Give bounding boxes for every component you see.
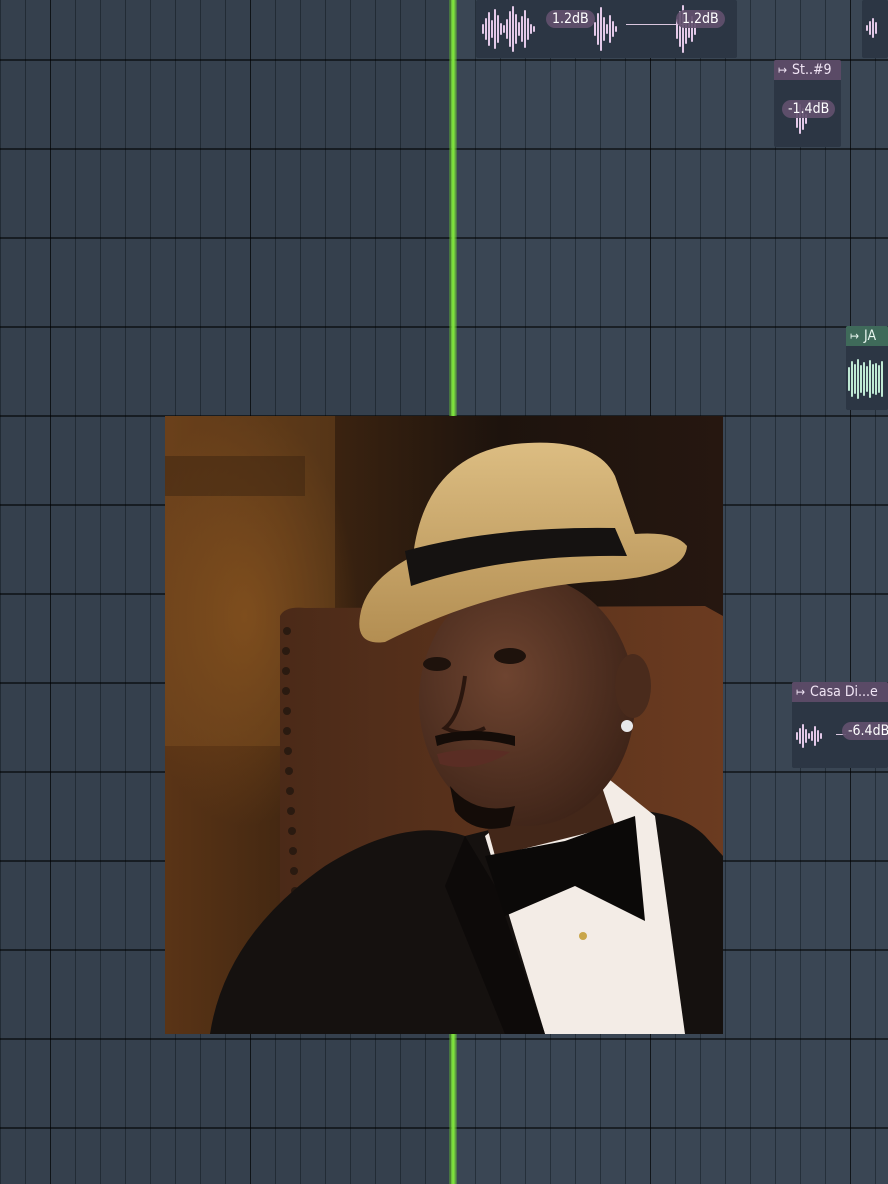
clip-header[interactable]: ↦ St..#9 bbox=[774, 60, 841, 80]
clip-volume-label: 1.2dB bbox=[546, 10, 595, 28]
waveform bbox=[848, 354, 883, 404]
clip-label: JA bbox=[864, 328, 877, 344]
audio-clip-edge[interactable] bbox=[862, 0, 888, 58]
portrait-image bbox=[165, 416, 723, 1034]
clip-volume-label: 1.2dB bbox=[676, 10, 725, 28]
waveform bbox=[594, 4, 617, 54]
audio-clip-top[interactable]: 1.2dB 1.2dB bbox=[476, 0, 737, 58]
waveform bbox=[796, 718, 822, 754]
audio-clip-casa[interactable]: ↦ Casa Di...e -6.4dB bbox=[792, 682, 888, 768]
clip-volume-label: -1.4dB bbox=[782, 100, 836, 118]
clip-header[interactable]: ↦ JA bbox=[846, 326, 888, 346]
clip-arrow-icon: ↦ bbox=[796, 685, 806, 699]
video-overlay-photo bbox=[165, 416, 723, 1034]
clip-volume-label: -6.4dB bbox=[842, 722, 888, 740]
audio-clip-st9[interactable]: ↦ St..#9 -1.4dB bbox=[774, 60, 841, 147]
waveform bbox=[482, 4, 535, 54]
waveform bbox=[866, 8, 877, 48]
clip-label: St..#9 bbox=[792, 62, 832, 78]
clip-arrow-icon: ↦ bbox=[850, 329, 860, 343]
audio-clip-ja[interactable]: ↦ JA bbox=[846, 326, 888, 410]
clip-arrow-icon: ↦ bbox=[778, 63, 788, 77]
clip-header[interactable]: ↦ Casa Di...e bbox=[792, 682, 888, 702]
clip-label: Casa Di...e bbox=[810, 684, 878, 700]
